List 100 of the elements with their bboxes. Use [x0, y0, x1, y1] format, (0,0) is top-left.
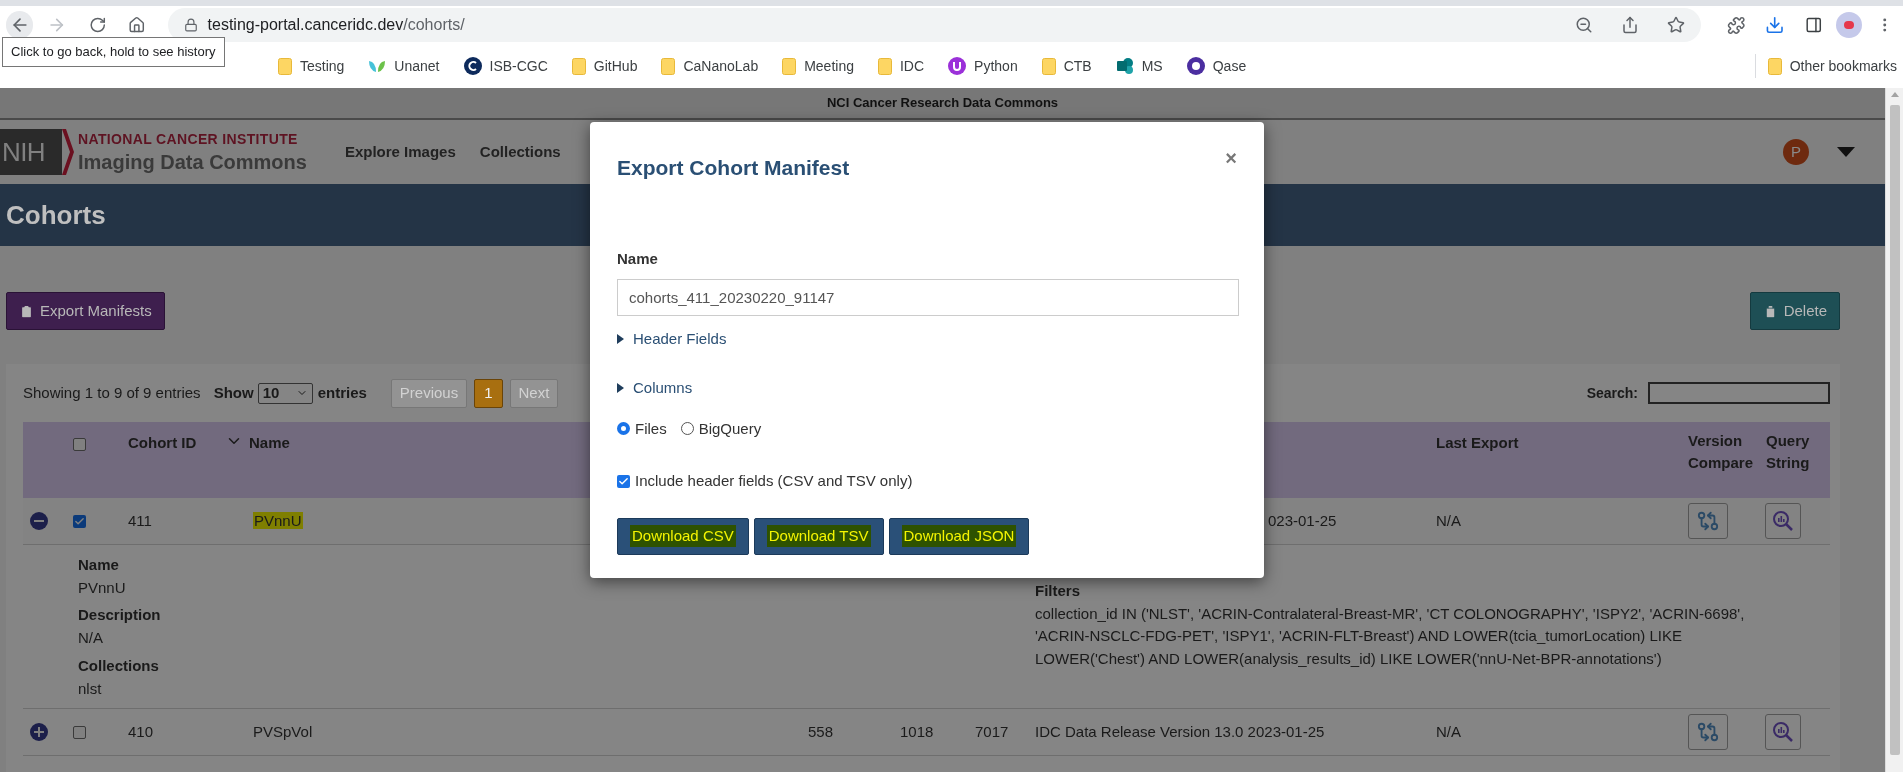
- delete-button[interactable]: Delete: [1749, 292, 1840, 330]
- bookmark[interactable]: ISB-CGC: [463, 55, 548, 77]
- product-name: Imaging Data Commons: [78, 152, 307, 172]
- query-button[interactable]: [1765, 503, 1801, 539]
- table-cell: 023-01-25: [1268, 511, 1337, 529]
- download-button[interactable]: Download TSV: [753, 517, 884, 555]
- section-toggle[interactable]: Header Fields: [617, 327, 1239, 350]
- detail-value: PVnnU: [78, 578, 127, 598]
- agency-name: NATIONAL CANCER INSTITUTE: [78, 132, 299, 146]
- search-chart-icon: [1772, 510, 1794, 532]
- detail-label: Collections: [78, 656, 160, 676]
- table-cell: 1018: [900, 722, 934, 740]
- table-cell: 7017: [975, 722, 1009, 740]
- section-toggle[interactable]: Columns: [617, 377, 1239, 400]
- download-button[interactable]: Download CSV: [617, 517, 749, 555]
- folder-icon: [782, 57, 797, 75]
- top-banner: NCI Cancer Research Data Commons: [0, 88, 1885, 120]
- pager-button[interactable]: 1: [474, 378, 503, 408]
- disc-icon: [463, 57, 482, 75]
- detail-label: Name: [78, 555, 120, 575]
- tiles-icon: [1115, 57, 1134, 75]
- download-icon[interactable]: [1765, 15, 1785, 35]
- side-panel-icon[interactable]: [1804, 16, 1823, 34]
- nav-link[interactable]: Explore Images: [344, 140, 456, 164]
- bookmark[interactable]: Python: [948, 55, 1018, 77]
- table-cell: PVnnU: [253, 511, 303, 529]
- dialog-title: Export Cohort Manifest: [617, 155, 850, 181]
- tooltip: Click to go back, hold to see history: [2, 37, 225, 67]
- bookmark[interactable]: GitHub: [571, 55, 638, 77]
- bookmark[interactable]: MS: [1115, 55, 1163, 77]
- include-header-checkbox[interactable]: Include header fields (CSV and TSV only): [617, 470, 1239, 493]
- caret-icon: [617, 333, 624, 344]
- extensions-icon[interactable]: [1726, 15, 1746, 35]
- table-cell: PVSpVol: [253, 722, 313, 740]
- page-size-select[interactable]: 10: [257, 382, 313, 404]
- bookmark[interactable]: IDC: [878, 55, 925, 77]
- show-label: Show: [213, 382, 254, 403]
- detail-label: Description: [78, 605, 162, 625]
- back-button[interactable]: [6, 11, 34, 39]
- home-icon[interactable]: [128, 16, 146, 34]
- address-bar[interactable]: testing-portal.canceridc.dev/cohorts/: [167, 8, 1701, 42]
- folder-icon: [661, 57, 676, 75]
- reload-icon[interactable]: [88, 16, 107, 34]
- avatar-icon[interactable]: [1836, 12, 1862, 38]
- search-field[interactable]: [1648, 382, 1830, 404]
- scrollbar[interactable]: [1885, 88, 1903, 772]
- close-button[interactable]: ×: [1225, 148, 1237, 168]
- caret-down-icon[interactable]: [1837, 147, 1855, 157]
- entries-label: entries: [317, 382, 367, 403]
- lock-icon: [183, 18, 198, 32]
- query-button[interactable]: [1765, 714, 1801, 750]
- compare-icon: [1697, 721, 1719, 743]
- detail-value: nlst: [78, 679, 103, 699]
- share-icon[interactable]: [1620, 16, 1639, 34]
- name-field[interactable]: cohorts_411_20230220_91147: [617, 278, 1239, 316]
- table-cell: IDC Data Release Version 13.0 2023-01-25: [1035, 722, 1325, 740]
- checkbox[interactable]: [73, 514, 86, 528]
- bookmark[interactable]: CTB: [1041, 55, 1092, 77]
- table-cell-text: N/A: [1436, 721, 1462, 742]
- chevron-icon: [62, 129, 74, 175]
- nih-logo: NIH: [0, 129, 62, 175]
- bookmark[interactable]: Meeting: [782, 55, 854, 77]
- search-chart-icon: [1772, 721, 1794, 743]
- bookmark[interactable]: CaNanoLab: [661, 55, 759, 77]
- zoom-out-icon[interactable]: [1574, 16, 1593, 34]
- table-cell-text: 411: [128, 510, 153, 531]
- clipboard-icon: [19, 303, 34, 319]
- bookmark[interactable]: Other bookmarks: [1767, 55, 1897, 77]
- radio-option[interactable]: BigQuery: [680, 417, 762, 440]
- detail-label: Filters: [1035, 581, 1081, 601]
- folder-icon: [1767, 57, 1782, 75]
- nav-link[interactable]: Collections: [479, 140, 561, 164]
- folder-icon: [1041, 57, 1056, 75]
- collapse-icon[interactable]: [30, 512, 48, 530]
- table-cell-text: 410: [128, 721, 155, 742]
- bookmark[interactable]: Qase: [1186, 55, 1247, 77]
- bookmark[interactable]: Testing: [278, 55, 345, 77]
- radio-option[interactable]: Files: [617, 417, 667, 440]
- badge-icon: [948, 57, 967, 75]
- compare-icon: [1697, 510, 1719, 532]
- search-label: Search:: [1586, 383, 1638, 403]
- detail-value: N/A: [78, 628, 104, 648]
- download-button[interactable]: Download JSON: [888, 517, 1030, 555]
- folder-icon: [278, 57, 292, 75]
- bookmark[interactable]: Unanet: [368, 55, 440, 77]
- url-domain: testing-portal.canceridc.dev: [207, 15, 404, 35]
- caret-icon: [617, 383, 624, 394]
- expand-icon[interactable]: [30, 723, 48, 741]
- compare-button[interactable]: [1688, 503, 1728, 539]
- checkbox[interactable]: [73, 438, 86, 451]
- folder-icon: [571, 57, 586, 75]
- compare-button[interactable]: [1688, 714, 1728, 750]
- star-icon[interactable]: [1666, 16, 1685, 34]
- checkbox[interactable]: [73, 725, 86, 739]
- filters-text: collection_id IN ('NLST', 'ACRIN-Contralateral-Breast-MR', 'CT COLONOGRAPHY', 'ISPY2', 'ACRIN-6698', 'ACRIN-NSCLC-FDG-PET', 'ISPY1', 'ACRIN-FLT-Breast') AND LOWER(tcia_tumorLocation) LIKE LOWER('Chest') AND LOWER(analysis_results_id) LIKE LOWER('nnU-Net-BPR-annotations'): [1035, 603, 1746, 669]
- table-info: Showing 1 to 9 of 9 entries: [23, 382, 201, 403]
- field-label: Name: [617, 249, 659, 269]
- page-title: Cohorts: [6, 198, 106, 232]
- export-manifests-button[interactable]: Export Manifests: [6, 292, 165, 330]
- ring-icon: [1186, 57, 1205, 75]
